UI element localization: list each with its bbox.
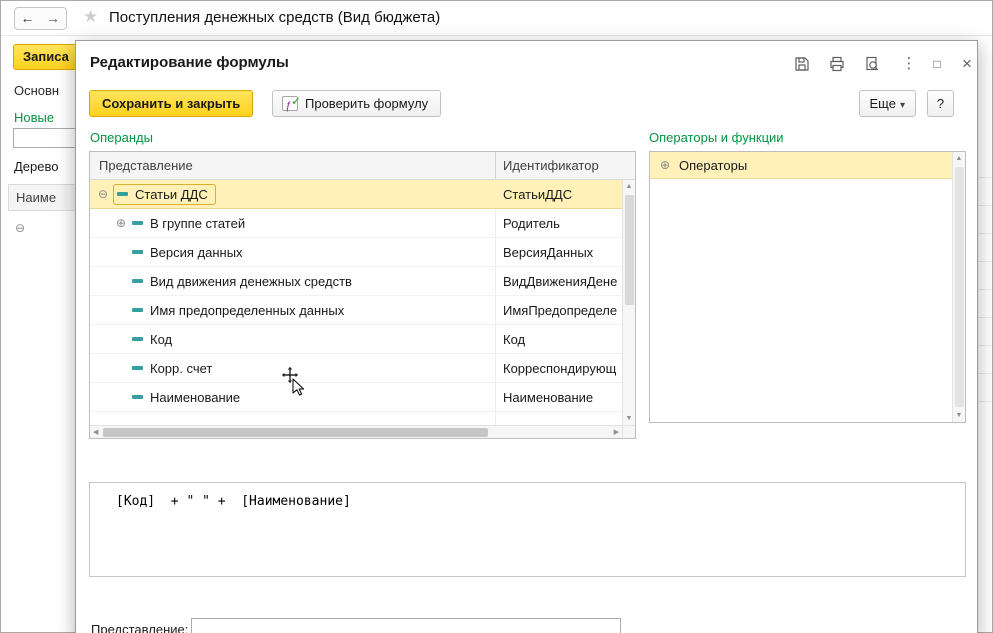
formula-input[interactable]: [Код] + " " + [Наименование] <box>90 483 965 576</box>
background-save-close-label: Записа <box>23 49 69 64</box>
background-form-subtitle: Новые <box>14 110 54 125</box>
operand-id: Корреспондирующ <box>503 354 621 383</box>
operands-rows: ⊖ Статьи ДДС СтатьиДДС ⊕ В группе статей… <box>90 180 622 425</box>
background-tree-label: Дерево <box>14 159 58 174</box>
table-row[interactable]: Корр. счет Корреспондирующ <box>90 354 622 383</box>
operand-id: Код <box>503 325 621 354</box>
operators-root-row[interactable]: ⊕ Операторы <box>650 152 952 179</box>
help-button[interactable]: ? <box>927 90 954 117</box>
scroll-up-icon[interactable]: ▲ <box>623 183 635 190</box>
operands-table-header: Представление Идентификатор <box>90 152 635 180</box>
background-grid-edge <box>978 150 992 422</box>
close-icon[interactable]: × <box>955 54 979 74</box>
table-row[interactable]: ⊕ В группе статей Родитель <box>90 209 622 238</box>
scrollbar-thumb[interactable] <box>625 195 634 305</box>
operands-table: Представление Идентификатор ⊖ Статьи ДДС… <box>89 151 636 439</box>
vertical-scrollbar[interactable]: ▲ ▼ <box>952 152 965 422</box>
column-header-presentation[interactable]: Представление <box>99 158 193 173</box>
formula-editor-box: [Код] + " " + [Наименование] <box>89 482 966 577</box>
attribute-icon <box>132 279 143 283</box>
save-and-close-button[interactable]: Сохранить и закрыть <box>89 90 253 117</box>
attribute-icon <box>132 308 143 312</box>
scrollbar-thumb[interactable] <box>955 167 964 407</box>
background-collapse-icon[interactable]: ⊖ <box>15 221 25 235</box>
scrollbar-thumb[interactable] <box>103 428 488 437</box>
attribute-icon <box>132 221 143 225</box>
print-icon[interactable] <box>825 54 849 74</box>
attribute-icon <box>132 366 143 370</box>
page-title: Поступления денежных средств (Вид бюджет… <box>109 9 440 26</box>
operand-id: ВидДвиженияДене <box>503 267 621 296</box>
operand-id: СтатьиДДС <box>503 180 621 209</box>
table-row[interactable]: ⊖ Статьи ДДС СтатьиДДС <box>90 180 622 209</box>
more-menu-icon[interactable]: ⋮ <box>897 54 921 74</box>
scroll-right-icon[interactable]: ▶ <box>614 428 619 436</box>
formula-editor-dialog: Редактирование формулы ⋮ □ × Сохранить и… <box>75 40 978 633</box>
check-formula-label: Проверить формулу <box>305 96 428 111</box>
background-tab-main[interactable]: Основн <box>14 83 59 98</box>
dialog-title: Редактирование формулы <box>90 54 289 71</box>
scroll-down-icon[interactable]: ▼ <box>623 415 635 422</box>
scrollbar-corner <box>622 425 635 438</box>
operand-name: В группе статей <box>150 216 245 231</box>
save-icon[interactable] <box>790 54 814 74</box>
operand-name: Версия данных <box>150 245 243 260</box>
operand-id: Наименование <box>503 383 621 412</box>
presentation-label: Представление: <box>91 622 188 633</box>
screen: ← → ★ Поступления денежных средств (Вид … <box>0 0 993 633</box>
maximize-icon[interactable]: □ <box>925 54 949 74</box>
column-header-identifier[interactable]: Идентификатор <box>503 158 599 173</box>
operand-name: Статьи ДДС <box>135 187 208 202</box>
operand-name: Вид движения денежных средств <box>150 274 352 289</box>
check-tick: ✓ <box>291 89 301 114</box>
attribute-icon <box>117 192 128 196</box>
operand-name: Код <box>150 332 172 347</box>
collapse-icon[interactable]: ⊖ <box>96 187 110 201</box>
preview-icon[interactable] <box>860 54 884 74</box>
scroll-down-icon[interactable]: ▼ <box>953 412 965 419</box>
back-arrow-icon: ← <box>21 10 35 26</box>
app-topbar: ← → ★ Поступления денежных средств (Вид … <box>1 1 992 36</box>
operators-tree: ⊕ Операторы ▲ ▼ <box>649 151 966 423</box>
operand-id: Родитель <box>503 209 621 238</box>
formula-check-icon: ƒ ✓ <box>282 96 298 111</box>
attribute-icon <box>132 395 143 399</box>
scroll-left-icon[interactable]: ◀ <box>93 428 98 436</box>
back-button[interactable]: ← <box>14 7 41 30</box>
forward-button[interactable]: → <box>40 7 67 30</box>
more-button[interactable]: Еще ▾ <box>859 90 916 117</box>
save-and-close-label: Сохранить и закрыть <box>102 96 240 111</box>
presentation-input[interactable] <box>191 618 621 633</box>
scroll-up-icon[interactable]: ▲ <box>953 155 965 162</box>
attribute-icon <box>132 250 143 254</box>
help-label: ? <box>937 96 944 111</box>
table-row[interactable]: Версия данных ВерсияДанных <box>90 238 622 267</box>
selected-cell: Статьи ДДС <box>113 184 216 205</box>
vertical-scrollbar[interactable]: ▲ ▼ <box>622 180 635 425</box>
expand-icon[interactable]: ⊕ <box>114 216 128 230</box>
expand-icon[interactable]: ⊕ <box>658 158 672 172</box>
table-row[interactable]: Имя предопределенных данных ИмяПредопред… <box>90 296 622 325</box>
check-formula-button[interactable]: ƒ ✓ Проверить формулу <box>272 90 441 117</box>
table-row[interactable]: Вид движения денежных средств ВидДвижени… <box>90 267 622 296</box>
operators-caption: Операторы и функции <box>649 130 784 145</box>
forward-arrow-icon: → <box>46 10 60 26</box>
favorite-star-icon[interactable]: ★ <box>83 7 98 27</box>
attribute-icon <box>132 337 143 341</box>
background-column-label: Наиме <box>16 190 56 205</box>
operators-root-label: Операторы <box>679 158 747 173</box>
horizontal-scrollbar[interactable]: ◀ ▶ <box>90 425 622 438</box>
table-row[interactable]: Наименование Наименование <box>90 383 622 412</box>
more-label: Еще <box>870 96 896 111</box>
operand-id: ИмяПредопределе <box>503 296 621 325</box>
operands-caption: Операнды <box>90 130 153 145</box>
operand-id: ВерсияДанных <box>503 238 621 267</box>
operand-name: Корр. счет <box>150 361 212 376</box>
table-row[interactable]: Код Код <box>90 325 622 354</box>
operand-name: Наименование <box>150 390 240 405</box>
chevron-down-icon: ▾ <box>900 100 905 111</box>
column-divider <box>495 152 496 179</box>
operand-name: Имя предопределенных данных <box>150 303 344 318</box>
